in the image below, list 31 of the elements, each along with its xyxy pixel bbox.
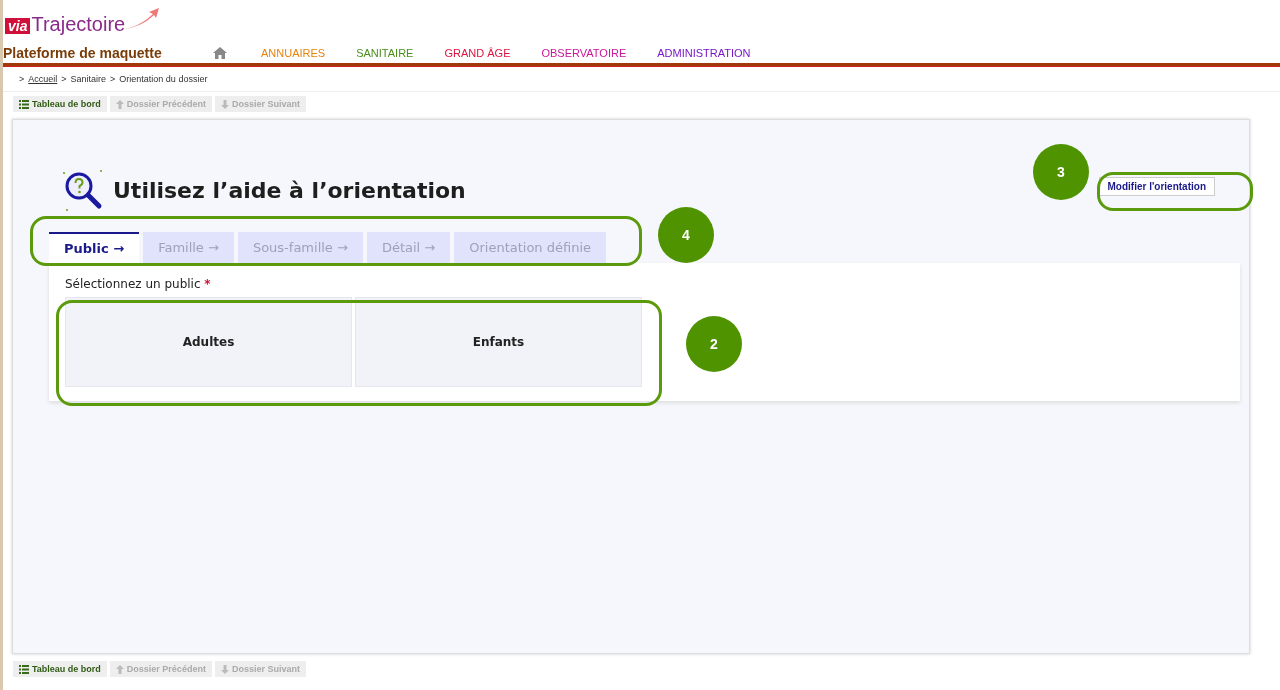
home-icon[interactable] — [213, 47, 227, 59]
nav-link[interactable]: OBSERVATOIRE — [541, 47, 627, 59]
breadcrumb-link[interactable]: Accueil — [28, 74, 58, 84]
breadcrumb-item: Orientation du dossier — [119, 74, 208, 84]
logo: via Trajectoire — [5, 10, 160, 34]
arrow-down-icon — [220, 664, 229, 674]
magnifier-question-icon — [61, 168, 105, 212]
callout-badge: 3 — [1033, 144, 1089, 200]
step-tab[interactable]: Public → — [49, 232, 140, 263]
arrow-down-icon — [220, 99, 229, 109]
list-icon — [19, 664, 29, 674]
breadcrumb-separator: > — [19, 74, 25, 84]
platform-title: Plateforme de maquette — [3, 45, 163, 61]
list-icon — [19, 99, 29, 109]
breadcrumb-separator: > — [110, 74, 116, 84]
nav-link[interactable]: ADMINISTRATION — [657, 47, 751, 59]
modify-orientation-button[interactable]: Modifier l'orientation — [1098, 176, 1215, 196]
arrow-up-icon — [115, 99, 124, 109]
nav-link[interactable]: GRAND ÂGE — [444, 47, 511, 59]
callout-badge: 4 — [658, 207, 714, 263]
toolbar-button[interactable]: Tableau de bord — [13, 96, 107, 112]
toolbar-button[interactable]: Tableau de bord — [13, 661, 107, 677]
arrow-up-icon — [115, 664, 124, 674]
field-label: Sélectionnez un public * — [65, 277, 212, 291]
nav-link[interactable]: SANITAIRE — [356, 47, 414, 59]
page-title: Utilisez l’aide à l’orientation — [113, 177, 466, 203]
breadcrumb-separator: > — [61, 74, 67, 84]
breadcrumb-item: Sanitaire — [70, 74, 107, 84]
option-tile[interactable]: Adultes — [65, 297, 352, 387]
option-tile[interactable]: Enfants — [355, 297, 642, 387]
nav-link[interactable]: ANNUAIRES — [261, 47, 326, 59]
